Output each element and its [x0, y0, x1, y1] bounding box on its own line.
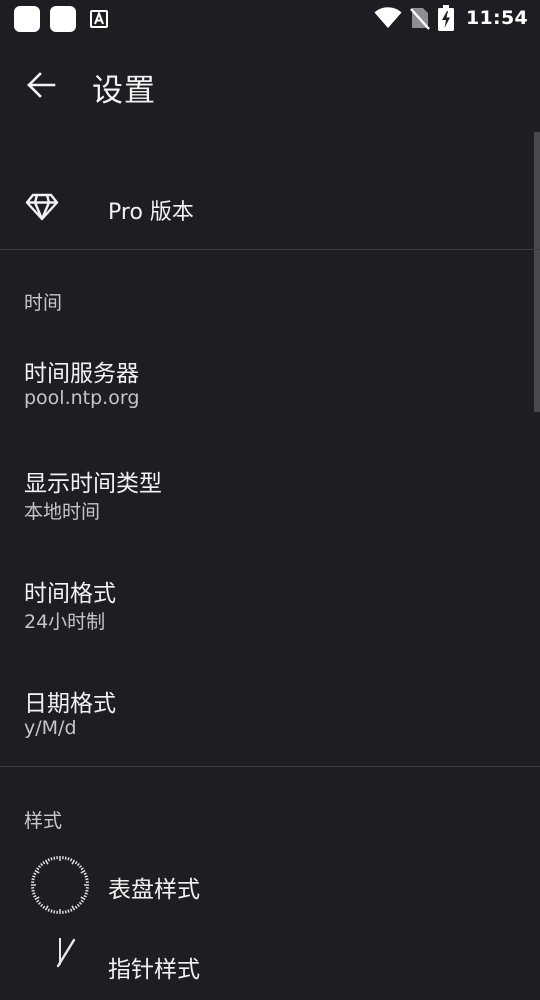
dial-tick [51, 857, 52, 860]
clock-hand-icon [30, 938, 90, 998]
pro-version-label: Pro 版本 [108, 194, 194, 226]
dial-tick [81, 897, 85, 900]
dial-tick [72, 860, 75, 864]
dial-tick [37, 900, 39, 902]
dial-tick [46, 906, 49, 910]
dial-tick [48, 859, 49, 862]
dial-tick [54, 910, 55, 913]
dial-tick [37, 868, 39, 870]
dial-tick [68, 910, 69, 913]
dial-tick [84, 873, 87, 874]
dial-tick [75, 906, 77, 908]
dial-tick [79, 866, 81, 868]
section-header-style: 样式 [24, 806, 62, 833]
pref-summary: y/M/d [24, 717, 77, 739]
pref-title: 日期格式 [24, 684, 116, 718]
pref-title: 时间服务器 [24, 354, 139, 388]
pref-summary: 本地时间 [24, 497, 100, 524]
status-clock: 11:54 [466, 7, 528, 29]
notification-square-icon [14, 6, 40, 32]
pro-version-item[interactable]: Pro 版本 [0, 172, 540, 248]
back-button[interactable] [22, 66, 60, 104]
diamond-icon [25, 192, 59, 222]
pref-summary: 24小时制 [24, 607, 105, 634]
dial-tick [48, 909, 49, 912]
dial-tick [35, 897, 39, 900]
dial-tick [65, 910, 66, 913]
dial-tick [77, 863, 79, 865]
dial-tick [68, 857, 69, 860]
time-format-item[interactable]: 时间格式 24小时制 [0, 574, 530, 670]
hand-style-label: 指针样式 [108, 950, 200, 984]
pref-title: 时间格式 [24, 574, 116, 608]
dial-tick [38, 866, 40, 868]
dial-tick [32, 890, 35, 891]
dial-tick [71, 909, 72, 912]
dial-tick [32, 893, 35, 894]
dial-tick [54, 857, 55, 860]
display-time-type-item[interactable]: 显示时间类型 本地时间 [0, 464, 530, 560]
no-sim-icon [410, 6, 430, 30]
dial-tick [46, 860, 49, 864]
dial-tick [34, 873, 37, 874]
section-header-time: 时间 [24, 288, 62, 315]
dial-tick [85, 893, 88, 894]
dial-tick [84, 896, 87, 897]
hand-style-item[interactable]: 指针样式 [0, 930, 530, 1000]
status-bar: 11:54 [0, 0, 540, 36]
dial-tick [85, 890, 88, 891]
dial-tick [35, 871, 39, 874]
dial-tick [32, 876, 35, 877]
battery-charging-icon [438, 5, 454, 31]
divider [0, 766, 540, 767]
dial-tick [43, 862, 45, 864]
notification-area [14, 6, 108, 32]
dial-tick [81, 868, 83, 870]
dial-tick [51, 910, 52, 913]
dial-tick [43, 906, 45, 908]
system-icons: 11:54 [374, 5, 528, 31]
dial-style-label: 表盘样式 [108, 870, 200, 904]
dial-tick [71, 859, 72, 862]
app-bar: 设置 [0, 54, 540, 114]
dial-tick [38, 902, 40, 904]
dial-tick [81, 871, 85, 874]
dial-tick [81, 900, 83, 902]
page-title: 设置 [92, 65, 156, 110]
dial-icon [30, 855, 90, 915]
dial-tick [65, 857, 66, 860]
dial-tick [41, 904, 43, 906]
pref-summary: pool.ntp.org [24, 387, 139, 409]
dial-tick [85, 876, 88, 877]
notification-square-icon [50, 6, 76, 32]
dial-tick [85, 879, 88, 880]
pref-title: 显示时间类型 [24, 464, 162, 498]
divider [0, 249, 540, 250]
dial-tick [75, 862, 77, 864]
dial-tick [79, 902, 81, 904]
arrow-left-icon [26, 72, 56, 98]
time-server-item[interactable]: 时间服务器 pool.ntp.org [0, 354, 530, 450]
wifi-icon [374, 7, 402, 29]
dial-tick [77, 904, 79, 906]
dial-style-item[interactable]: 表盘样式 [0, 850, 530, 920]
app-a-notification-icon [90, 10, 108, 28]
dial-tick [72, 906, 75, 910]
dial-tick [34, 896, 37, 897]
dial-tick [41, 863, 43, 865]
dial-tick [32, 879, 35, 880]
